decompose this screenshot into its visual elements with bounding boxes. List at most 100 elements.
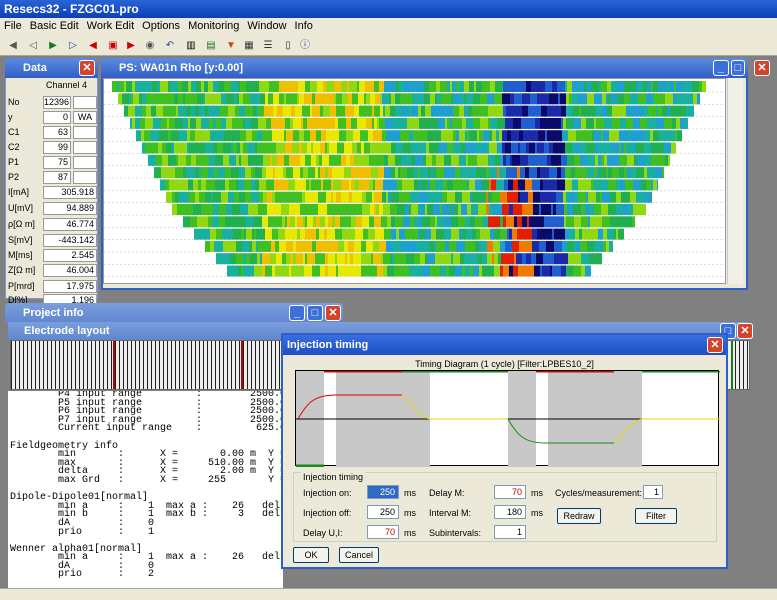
section-cell	[320, 167, 325, 179]
filter-button[interactable]: Filter	[635, 508, 677, 524]
section-cell	[390, 105, 395, 117]
section-cell	[377, 117, 379, 129]
section-cell	[647, 167, 655, 179]
section-cell	[546, 240, 554, 252]
section-cell	[425, 204, 427, 215]
section-cell	[676, 81, 683, 92]
section-cell	[459, 265, 462, 277]
injection-on-field[interactable]: 250	[367, 485, 399, 499]
section-cell	[223, 154, 229, 166]
project-close-icon[interactable]: ✕	[325, 305, 341, 321]
ps-maximize-icon[interactable]: □	[731, 60, 745, 76]
section-cell	[488, 105, 491, 117]
ps-vertical-scrollbar[interactable]	[727, 78, 743, 284]
menu-monitoring[interactable]: Monitoring	[184, 18, 243, 32]
section-cell	[383, 142, 391, 154]
filter-icon[interactable]: ▼	[224, 39, 238, 52]
section-cell	[252, 130, 257, 142]
project-maximize-icon[interactable]: □	[307, 305, 323, 321]
section-cell	[208, 81, 210, 92]
section-cell	[479, 240, 481, 252]
ok-button[interactable]: OK	[293, 547, 329, 563]
page-icon[interactable]: ▯	[281, 39, 295, 52]
section-cell	[259, 130, 262, 142]
project-minimize-icon[interactable]: _	[289, 305, 305, 321]
section-cell	[305, 228, 310, 240]
list-icon[interactable]: ☰	[261, 39, 275, 52]
section-cell	[340, 216, 343, 228]
section-cell	[210, 130, 218, 142]
section-cell	[451, 216, 458, 228]
section-cell	[159, 130, 166, 142]
menu-info[interactable]: Info	[291, 18, 317, 32]
section-cell	[617, 81, 624, 92]
grid-icon[interactable]: ▦	[242, 39, 256, 52]
cancel-button[interactable]: Cancel	[339, 547, 379, 563]
data-row-label: C2	[8, 142, 20, 152]
interval-m-field[interactable]: 180	[494, 505, 526, 519]
injection-off-field[interactable]: 250	[367, 505, 399, 519]
section-cell	[557, 179, 565, 191]
pseudosection-plot[interactable]	[103, 78, 727, 284]
section-cell	[321, 130, 326, 142]
section-cell	[460, 253, 464, 265]
section-cell	[506, 154, 510, 166]
section-cell	[234, 93, 237, 105]
menu-options[interactable]: Options	[138, 18, 184, 32]
section-cell	[303, 167, 308, 179]
delay-ui-field[interactable]: 70	[367, 525, 399, 539]
play-icon[interactable]: ▶	[46, 39, 60, 52]
disk-icon[interactable]: ◉	[143, 39, 157, 52]
chart-icon[interactable]: ▥	[184, 39, 198, 52]
subintervals-field[interactable]: 1	[494, 525, 526, 539]
section-cell	[272, 130, 279, 142]
section-cell	[471, 204, 478, 215]
next-icon[interactable]: ▷	[66, 39, 80, 52]
undo-icon[interactable]: ↶	[163, 39, 177, 52]
project-info-text[interactable]: P4 input range : 2500.000 P5 input range…	[8, 391, 283, 596]
section-cell	[258, 204, 262, 215]
section-cell	[341, 81, 347, 92]
section-cell	[578, 93, 585, 105]
section-cell	[195, 105, 199, 117]
section-cell	[365, 105, 372, 117]
electrode-close-icon[interactable]: ✕	[737, 323, 753, 339]
section-cell	[481, 240, 487, 252]
section-cell	[359, 81, 365, 92]
ps-minimize-icon[interactable]: _	[713, 60, 729, 76]
section-cell	[337, 167, 342, 179]
section-cell	[213, 142, 217, 154]
info-icon[interactable]: ⓘ	[298, 39, 312, 52]
data-close-icon[interactable]: ✕	[79, 60, 95, 76]
cycles-field[interactable]: 1	[643, 485, 663, 499]
section-cell	[197, 216, 204, 228]
section-cell	[465, 142, 471, 154]
stop-red-icon[interactable]: ◀	[86, 39, 100, 52]
section-cell	[349, 179, 351, 191]
section-cell	[403, 142, 409, 154]
tool-icon[interactable]: ▤	[204, 39, 218, 52]
section-cell	[547, 253, 554, 265]
menu-file[interactable]: File	[0, 18, 26, 32]
stop-red2-icon[interactable]: ▣	[106, 39, 120, 52]
section-cell	[607, 228, 614, 240]
redraw-button[interactable]: Redraw	[557, 508, 601, 524]
dialog-close-icon[interactable]: ✕	[707, 337, 723, 353]
stop-red3-icon[interactable]: ▶	[124, 39, 138, 52]
back-icon[interactable]: ◀	[6, 39, 20, 52]
section-cell	[176, 105, 178, 117]
menu-window[interactable]: Window	[243, 18, 290, 32]
section-cell	[309, 179, 311, 191]
data-row-extra	[73, 126, 97, 139]
section-cell	[578, 81, 584, 92]
menu-basic-edit[interactable]: Basic Edit	[26, 18, 83, 32]
data-row-label: P2	[8, 172, 20, 182]
section-cell	[682, 93, 689, 105]
section-cell	[318, 167, 320, 179]
ps-close-icon[interactable]: ✕	[754, 60, 770, 76]
section-cell	[337, 142, 344, 154]
prev-icon[interactable]: ◁	[26, 39, 40, 52]
delay-m-field[interactable]: 70	[494, 485, 526, 499]
interval-m-unit: ms	[531, 508, 543, 518]
menu-work-edit[interactable]: Work Edit	[83, 18, 138, 32]
